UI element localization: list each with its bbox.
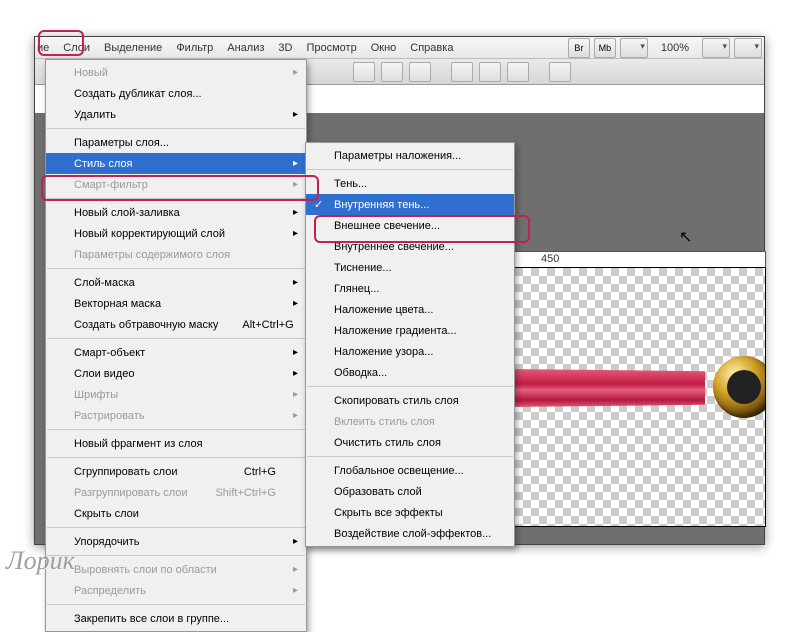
menu-item: Параметры содержимого слоя: [46, 244, 306, 265]
menu-item[interactable]: Воздействие слой-эффектов...: [306, 523, 514, 544]
menu-item[interactable]: Параметры наложения...: [306, 145, 514, 166]
menu-item[interactable]: 3D: [271, 39, 299, 57]
menu-item[interactable]: Упорядочить: [46, 531, 306, 552]
menu-item[interactable]: Скрыть слои: [46, 503, 306, 524]
watermark: Лорик: [6, 546, 75, 576]
menu-item: Выровнять слои по области: [46, 559, 306, 580]
menu-item[interactable]: Создать дубликат слоя...: [46, 83, 306, 104]
menu-item[interactable]: Очистить стиль слоя: [306, 432, 514, 453]
menu-item: Смарт-фильтр: [46, 174, 306, 195]
menu-item: Новый: [46, 62, 306, 83]
menu-item[interactable]: Слои видео: [46, 363, 306, 384]
menu-item[interactable]: Окно: [364, 39, 404, 57]
align-icon[interactable]: [381, 62, 403, 82]
bridge-icon[interactable]: Br: [568, 38, 590, 58]
menu-item[interactable]: Закрепить все слои в группе...: [46, 608, 306, 629]
menu-item[interactable]: Выделение: [97, 39, 169, 57]
menu-item[interactable]: Анализ: [220, 39, 271, 57]
distribute-icon[interactable]: [451, 62, 473, 82]
arrange-icon[interactable]: [549, 62, 571, 82]
menu-item[interactable]: Глянец...: [306, 278, 514, 299]
color-drop[interactable]: [702, 38, 730, 58]
menu-item[interactable]: ие: [37, 39, 56, 57]
menu-layers[interactable]: Слои: [56, 39, 97, 57]
menu-item[interactable]: Фильтр: [169, 39, 220, 57]
menubar: ие Слои Выделение Фильтр Анализ 3D Просм…: [35, 37, 764, 59]
align-icon[interactable]: [409, 62, 431, 82]
menu-item[interactable]: Образовать слой: [306, 481, 514, 502]
cursor-icon: ↖: [679, 227, 692, 247]
menu-item: Растрировать: [46, 405, 306, 426]
menu-item: Шрифты: [46, 384, 306, 405]
screen-drop[interactable]: [734, 38, 762, 58]
menu-item: Разгруппировать слоиShift+Ctrl+G: [46, 482, 306, 503]
layer-style-submenu: Параметры наложения... Тень...✓Внутренняя…: [305, 142, 515, 547]
ring-shape: [713, 356, 766, 418]
menu-item[interactable]: Новый корректирующий слой: [46, 223, 306, 244]
menu-item[interactable]: Внешнее свечение...: [306, 215, 514, 236]
menu-item[interactable]: Тень...: [306, 173, 514, 194]
menu-item[interactable]: Скрыть все эффекты: [306, 502, 514, 523]
menu-item[interactable]: Справка: [403, 39, 460, 57]
menu-item[interactable]: Скопировать стиль слоя: [306, 390, 514, 411]
view-mode-drop[interactable]: [620, 38, 648, 58]
menu-item[interactable]: Параметры слоя...: [46, 132, 306, 153]
menu-item[interactable]: Тиснение...: [306, 257, 514, 278]
menu-item[interactable]: ✓Внутренняя тень...: [306, 194, 514, 215]
distribute-icon[interactable]: [507, 62, 529, 82]
distribute-icon[interactable]: [479, 62, 501, 82]
app-window: ие Слои Выделение Фильтр Анализ 3D Просм…: [34, 36, 765, 545]
menu-item[interactable]: Наложение цвета...: [306, 299, 514, 320]
menu-item[interactable]: Просмотр: [299, 39, 363, 57]
menu-item[interactable]: Векторная маска: [46, 293, 306, 314]
menu-item[interactable]: Удалить: [46, 104, 306, 125]
menu-item[interactable]: Создать обтравочную маскуAlt+Ctrl+G: [46, 314, 306, 335]
menu-item[interactable]: Наложение узора...: [306, 341, 514, 362]
menu-item[interactable]: Новый фрагмент из слоя: [46, 433, 306, 454]
mb-icon[interactable]: Mb: [594, 38, 616, 58]
menu-item: Распределить: [46, 580, 306, 601]
menu-item[interactable]: Стиль слоя: [46, 153, 306, 174]
align-icon[interactable]: [353, 62, 375, 82]
menu-item[interactable]: Новый слой-заливка: [46, 202, 306, 223]
menu-item[interactable]: Смарт-объект: [46, 342, 306, 363]
menu-item[interactable]: Слой-маска: [46, 272, 306, 293]
menu-item[interactable]: Глобальное освещение...: [306, 460, 514, 481]
menu-item[interactable]: Обводка...: [306, 362, 514, 383]
menu-item[interactable]: Наложение градиента...: [306, 320, 514, 341]
layers-menu: НовыйСоздать дубликат слоя...Удалить Пара…: [45, 59, 307, 632]
zoom-level[interactable]: 100%: [654, 39, 696, 57]
menu-item: Вклеить стиль слоя: [306, 411, 514, 432]
menu-item[interactable]: Внутреннее свечение...: [306, 236, 514, 257]
menu-item[interactable]: Сгруппировать слоиCtrl+G: [46, 461, 306, 482]
